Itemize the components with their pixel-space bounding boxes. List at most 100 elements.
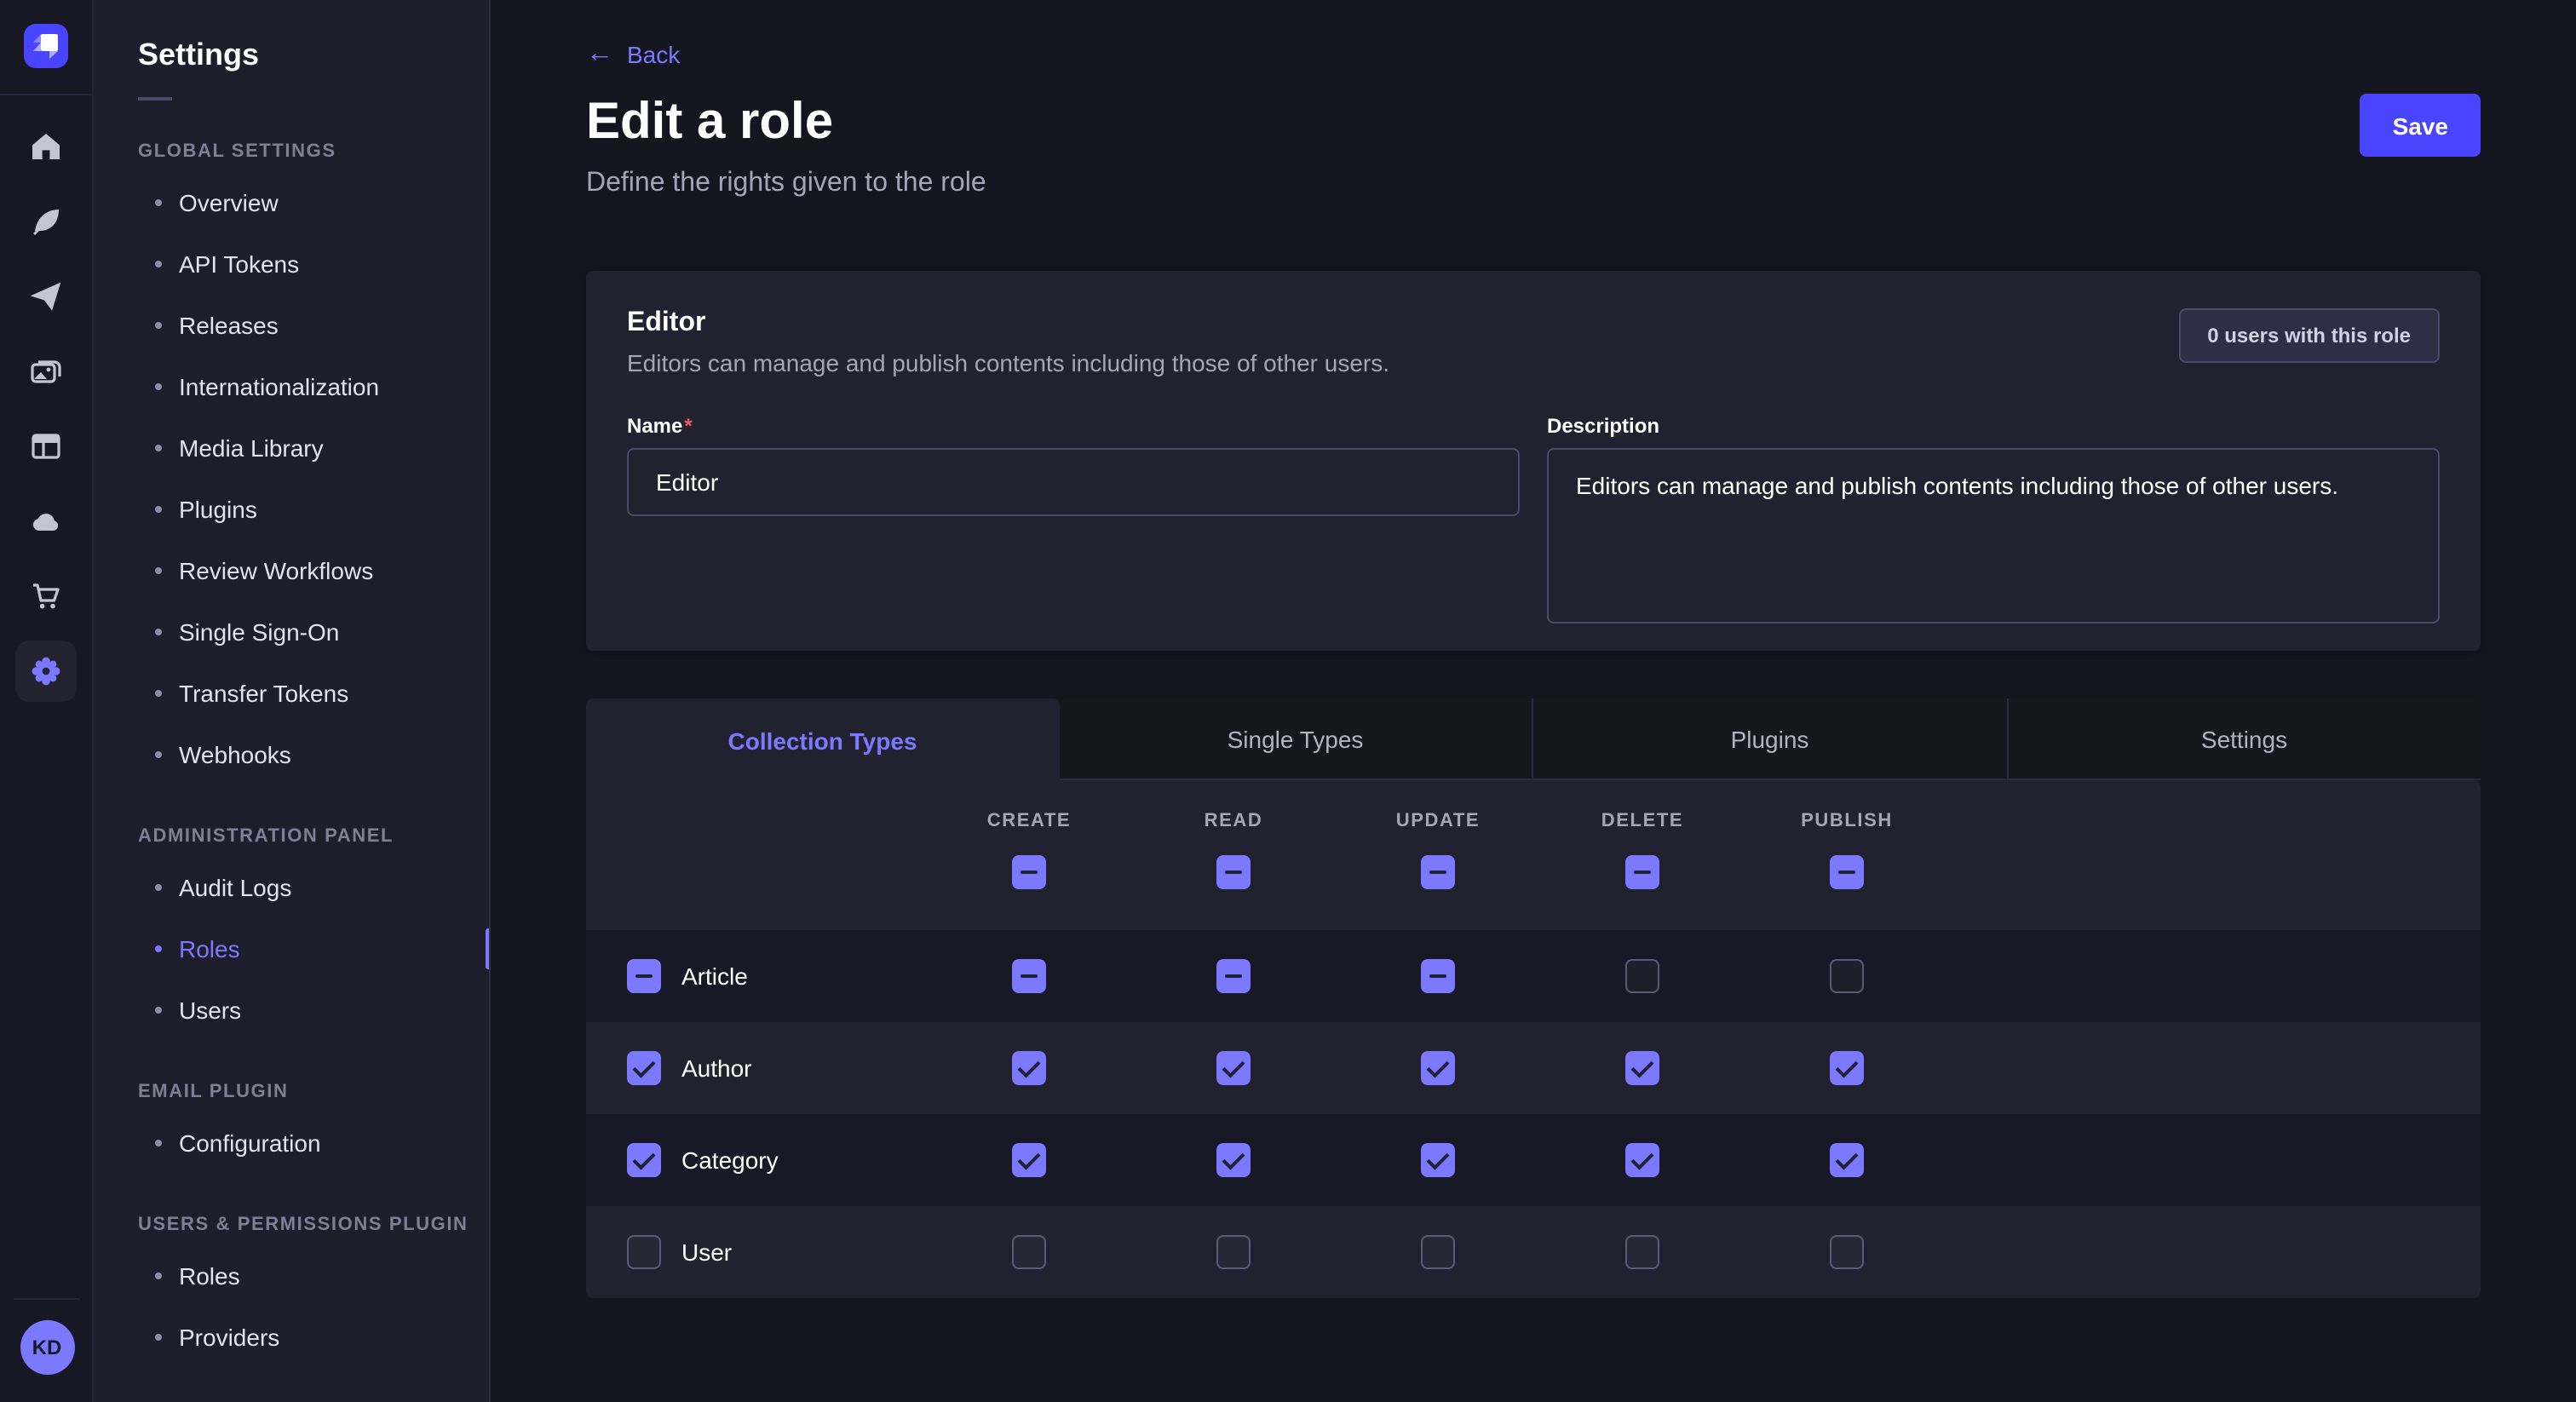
permissions-panel: Collection Types Single Types Plugins Se… [586, 698, 2481, 1298]
home-icon[interactable] [9, 109, 83, 184]
cloud-icon[interactable] [9, 484, 83, 559]
category-create-checkbox[interactable] [1012, 1143, 1046, 1177]
author-publish-checkbox[interactable] [1830, 1051, 1864, 1085]
category-row-checkbox[interactable] [627, 1143, 661, 1177]
author-update-checkbox[interactable] [1421, 1051, 1455, 1085]
subnav-title: Settings [94, 0, 489, 73]
select-all-delete-checkbox[interactable] [1625, 855, 1659, 889]
column-update: UPDATE [1336, 811, 1540, 930]
avatar[interactable]: KD [20, 1320, 74, 1375]
column-delete: DELETE [1540, 811, 1745, 930]
category-update-checkbox[interactable] [1421, 1143, 1455, 1177]
user-read-checkbox[interactable] [1216, 1235, 1251, 1269]
gear-icon[interactable] [15, 641, 77, 702]
column-publish: PUBLISH [1745, 811, 1949, 930]
tab-single-types[interactable]: Single Types [1059, 698, 1532, 779]
sidebar-item-media-library[interactable]: Media Library [94, 417, 489, 479]
article-read-checkbox[interactable] [1216, 959, 1251, 993]
main-nav-rail: KD [0, 0, 94, 1402]
sidebar-item-internationalization[interactable]: Internationalization [94, 356, 489, 417]
layout-icon[interactable] [9, 409, 83, 484]
role-name-heading: Editor [627, 308, 1389, 339]
user-create-checkbox[interactable] [1012, 1235, 1046, 1269]
author-delete-checkbox[interactable] [1625, 1051, 1659, 1085]
sidebar-item-transfer-tokens[interactable]: Transfer Tokens [94, 663, 489, 724]
article-row-checkbox[interactable] [627, 959, 661, 993]
sidebar-item-review-workflows[interactable]: Review Workflows [94, 540, 489, 601]
permissions-header-row: CREATE READ UPDATE DELETE [586, 780, 2481, 930]
sidebar-item-audit-logs[interactable]: Audit Logs [94, 857, 489, 918]
section-email-plugin: EMAIL PLUGIN Configuration [94, 1082, 489, 1174]
feather-icon[interactable] [9, 184, 83, 259]
sidebar-item-configuration[interactable]: Configuration [94, 1112, 489, 1174]
article-delete-checkbox[interactable] [1625, 959, 1659, 993]
bullet-icon [155, 1273, 162, 1279]
name-field-group: Name* [627, 414, 1520, 632]
main-content: ← Back Edit a role Define the rights giv… [492, 0, 2576, 1402]
strapi-logo[interactable] [24, 24, 68, 68]
article-create-checkbox[interactable] [1012, 959, 1046, 993]
sidebar-item-releases[interactable]: Releases [94, 295, 489, 356]
table-row-category: Category [586, 1114, 2481, 1206]
rail-divider [0, 94, 93, 95]
name-input[interactable] [627, 448, 1520, 516]
page-title: Edit a role [586, 94, 2481, 152]
section-header: ADMINISTRATION PANEL [94, 826, 489, 847]
paper-plane-icon[interactable] [9, 259, 83, 334]
article-publish-checkbox[interactable] [1830, 959, 1864, 993]
sidebar-item-plugins[interactable]: Plugins [94, 479, 489, 540]
category-publish-checkbox[interactable] [1830, 1143, 1864, 1177]
cart-icon[interactable] [9, 559, 83, 634]
author-create-checkbox[interactable] [1012, 1051, 1046, 1085]
sidebar-item-roles-admin[interactable]: Roles [94, 918, 489, 980]
settings-subnav: Settings GLOBAL SETTINGS Overview API To… [94, 0, 491, 1402]
bullet-icon [155, 751, 162, 758]
user-publish-checkbox[interactable] [1830, 1235, 1864, 1269]
role-description-text: Editors can manage and publish contents … [627, 349, 1389, 376]
bullet-icon [155, 506, 162, 513]
user-row-checkbox[interactable] [627, 1235, 661, 1269]
tab-collection-types[interactable]: Collection Types [586, 698, 1059, 782]
category-read-checkbox[interactable] [1216, 1143, 1251, 1177]
subnav-title-divider [138, 97, 172, 101]
author-read-checkbox[interactable] [1216, 1051, 1251, 1085]
table-row-author: Author [586, 1022, 2481, 1114]
section-header: EMAIL PLUGIN [94, 1082, 489, 1102]
tab-settings[interactable]: Settings [2006, 698, 2481, 779]
column-create: CREATE [927, 811, 1131, 930]
role-details-card: Editor Editors can manage and publish co… [586, 271, 2481, 651]
table-row-article: Article [586, 930, 2481, 1022]
users-with-role-badge[interactable]: 0 users with this role [2178, 308, 2440, 363]
user-delete-checkbox[interactable] [1625, 1235, 1659, 1269]
article-update-checkbox[interactable] [1421, 959, 1455, 993]
table-row-user: User [586, 1206, 2481, 1298]
sidebar-item-single-sign-on[interactable]: Single Sign-On [94, 601, 489, 663]
user-update-checkbox[interactable] [1421, 1235, 1455, 1269]
select-all-publish-checkbox[interactable] [1830, 855, 1864, 889]
category-delete-checkbox[interactable] [1625, 1143, 1659, 1177]
author-row-checkbox[interactable] [627, 1051, 661, 1085]
section-header: USERS & PERMISSIONS PLUGIN [94, 1215, 489, 1235]
description-textarea[interactable] [1547, 448, 2440, 623]
back-link[interactable]: ← Back [586, 41, 680, 68]
sidebar-item-roles-up[interactable]: Roles [94, 1245, 489, 1307]
section-administration-panel: ADMINISTRATION PANEL Audit Logs Roles Us… [94, 826, 489, 1041]
select-all-read-checkbox[interactable] [1216, 855, 1251, 889]
tab-plugins[interactable]: Plugins [1532, 698, 2006, 779]
save-button[interactable]: Save [2360, 94, 2481, 157]
column-read: READ [1131, 811, 1336, 930]
media-library-icon[interactable] [9, 334, 83, 409]
section-global-settings: GLOBAL SETTINGS Overview API Tokens Rele… [94, 141, 489, 785]
bullet-icon [155, 690, 162, 697]
back-arrow-icon: ← [586, 41, 613, 68]
bullet-icon [155, 1140, 162, 1146]
select-all-create-checkbox[interactable] [1012, 855, 1046, 889]
sidebar-item-overview[interactable]: Overview [94, 172, 489, 233]
sidebar-item-users[interactable]: Users [94, 980, 489, 1041]
sidebar-item-providers[interactable]: Providers [94, 1307, 489, 1368]
bullet-icon [155, 1334, 162, 1341]
sidebar-item-webhooks[interactable]: Webhooks [94, 724, 489, 785]
bullet-icon [155, 1007, 162, 1014]
select-all-update-checkbox[interactable] [1421, 855, 1455, 889]
sidebar-item-api-tokens[interactable]: API Tokens [94, 233, 489, 295]
